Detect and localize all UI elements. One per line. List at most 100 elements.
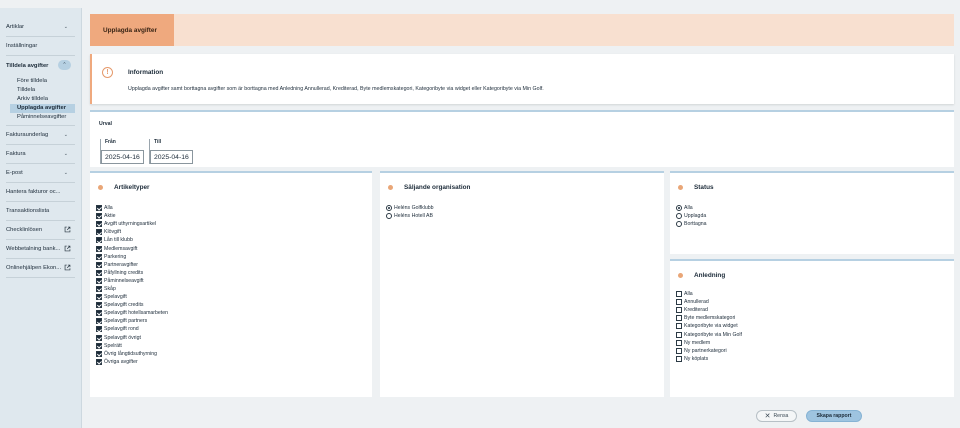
radio-option[interactable]: Upplagda [676, 212, 707, 220]
radio-button[interactable] [676, 221, 682, 228]
checkbox[interactable] [676, 355, 682, 362]
checkbox[interactable] [96, 350, 102, 357]
checkbox[interactable] [96, 334, 102, 341]
sidebar-item-6[interactable]: Webbetalning bank... [6, 240, 75, 259]
checkbox-option[interactable]: Övrig långtidsuthyrning [96, 350, 168, 358]
radio-button[interactable] [676, 213, 682, 220]
checkbox-option[interactable]: Alla [676, 290, 742, 298]
option-label: Heléns Hotell AB [394, 213, 433, 220]
checkbox[interactable] [96, 221, 102, 228]
sidebar-item-5[interactable]: Checklinlösen [6, 221, 75, 240]
checkbox-option[interactable]: Övriga avgifter [96, 358, 168, 366]
checkbox[interactable] [676, 331, 682, 338]
radio-button[interactable] [386, 213, 392, 220]
checkbox[interactable] [676, 291, 682, 298]
checkbox-option[interactable]: Partneravgifter [96, 261, 168, 269]
sidebar-item-1[interactable]: Faktura ⌄ [6, 145, 75, 164]
checkbox[interactable] [96, 237, 102, 244]
option-label: Medlemsavgift [104, 245, 138, 252]
radio-option[interactable]: Borttagna [676, 220, 707, 228]
sidebar-subitem-paminnelseavgifter[interactable]: Påminnelseavgifter [6, 113, 75, 122]
checkbox[interactable] [676, 299, 682, 306]
checkbox-option[interactable]: Medlemsavgift [96, 244, 168, 252]
radio-button[interactable] [386, 205, 392, 212]
checkbox-option[interactable]: Påfyllning credits [96, 269, 168, 277]
checkbox[interactable] [96, 245, 102, 252]
checkbox[interactable] [96, 205, 102, 212]
checkbox-option[interactable]: Kategoribyte via Min Golf [676, 330, 742, 338]
skapa-rapport-button[interactable]: Skapa rapport [806, 410, 862, 422]
page-title-tab[interactable]: Upplagda avgifter [90, 14, 174, 46]
checkbox-option[interactable]: Annullerad [676, 298, 742, 306]
sidebar-subitem-fore-tilldela[interactable]: Före tilldela [6, 77, 75, 86]
checkbox-option[interactable]: Spelavgift rond [96, 325, 168, 333]
checkbox-option[interactable]: Byte medlemskategori [676, 314, 742, 322]
checkbox[interactable] [96, 253, 102, 260]
checkbox[interactable] [96, 261, 102, 268]
checkbox-option[interactable]: Påminnelseavgift [96, 277, 168, 285]
checkbox-option[interactable]: Spelavgift partners [96, 317, 168, 325]
rensa-button[interactable]: ✕ Rensa [756, 410, 797, 422]
checkbox[interactable] [96, 310, 102, 317]
checkbox[interactable] [96, 318, 102, 325]
checkbox[interactable] [96, 294, 102, 301]
option-label: Spelavgift rond [104, 326, 139, 333]
option-label: Aktie [104, 213, 116, 220]
checkbox-option[interactable]: Skåp [96, 285, 168, 293]
checkbox[interactable] [96, 269, 102, 276]
checkbox-option[interactable]: Alla [96, 204, 168, 212]
checkbox-option[interactable]: Klövgift [96, 228, 168, 236]
checkbox[interactable] [96, 302, 102, 309]
sidebar-subitem-upplagda-avgifter[interactable]: Upplagda avgifter [10, 104, 75, 113]
checkbox-option[interactable]: Spelavgift hotellsamarbeten [96, 309, 168, 317]
sidebar-item-4[interactable]: Transaktionslista [6, 202, 75, 221]
rensa-label: Rensa [773, 413, 789, 419]
sidebar-item-2[interactable]: E-post ⌄ [6, 164, 75, 183]
sidebar-item-7[interactable]: Onlinehjälpen Ekon... [6, 259, 75, 278]
close-icon: ✕ [764, 413, 771, 420]
checkbox-option[interactable]: Ny medlem [676, 339, 742, 347]
checkbox[interactable] [676, 339, 682, 346]
from-date-input[interactable]: 2025-04-16 [101, 150, 144, 164]
option-label: Heléns Golfklubb [394, 205, 434, 212]
sidebar-item-label: Fakturaunderlag [6, 132, 49, 138]
checkbox[interactable] [96, 342, 102, 349]
checkbox-option[interactable]: Kategoribyte via widget [676, 322, 742, 330]
sidebar-subitem-tilldela[interactable]: Tilldela [6, 86, 75, 95]
sidebar-item-3[interactable]: Hantera fakturor oc... [6, 183, 75, 202]
radio-button[interactable] [676, 205, 682, 212]
sidebar-subitem-arkiv-tilldela[interactable]: Arkiv tilldela [6, 95, 75, 104]
checkbox[interactable] [96, 285, 102, 292]
checkbox[interactable] [96, 358, 102, 365]
checkbox-option[interactable]: Spelavgift credits [96, 301, 168, 309]
checkbox-option[interactable]: Spelrätt [96, 342, 168, 350]
checkbox[interactable] [676, 307, 682, 314]
checkbox[interactable] [676, 347, 682, 354]
checkbox[interactable] [676, 315, 682, 322]
status-panel: Status Alla Upplagda Borttagna [670, 171, 954, 254]
checkbox-option[interactable]: Aktie [96, 212, 168, 220]
radio-option[interactable]: Alla [676, 204, 707, 212]
checkbox-option[interactable]: Lån till klubb [96, 236, 168, 244]
checkbox-option[interactable]: Ny partnerkategori [676, 347, 742, 355]
checkbox-option[interactable]: Krediterad [676, 306, 742, 314]
radio-option[interactable]: Heléns Hotell AB [386, 212, 434, 220]
checkbox[interactable] [676, 323, 682, 330]
checkbox-option[interactable]: Parkering [96, 253, 168, 261]
option-label: Alla [684, 291, 693, 298]
sidebar-item-tilldela-avgifter[interactable]: Tilldela avgifter ⌃ [6, 56, 75, 75]
checkbox[interactable] [96, 229, 102, 236]
checkbox[interactable] [96, 277, 102, 284]
sidebar-item-artiklar[interactable]: Artiklar ⌄ [6, 18, 75, 37]
to-date-input[interactable]: 2025-04-16 [150, 150, 193, 164]
checkbox-option[interactable]: Avgift uthyrningsartikel [96, 220, 168, 228]
checkbox-option[interactable]: Spelavgift övrigt [96, 334, 168, 342]
sidebar-item-installningar[interactable]: Inställningar [6, 37, 75, 56]
chevron-up-icon[interactable]: ⌃ [58, 60, 71, 70]
checkbox[interactable] [96, 326, 102, 333]
checkbox[interactable] [96, 213, 102, 220]
radio-option[interactable]: Heléns Golfklubb [386, 204, 434, 212]
checkbox-option[interactable]: Spelavgift [96, 293, 168, 301]
checkbox-option[interactable]: Ny köplats [676, 355, 742, 363]
sidebar-item-0[interactable]: Fakturaunderlag ⌄ [6, 126, 75, 145]
